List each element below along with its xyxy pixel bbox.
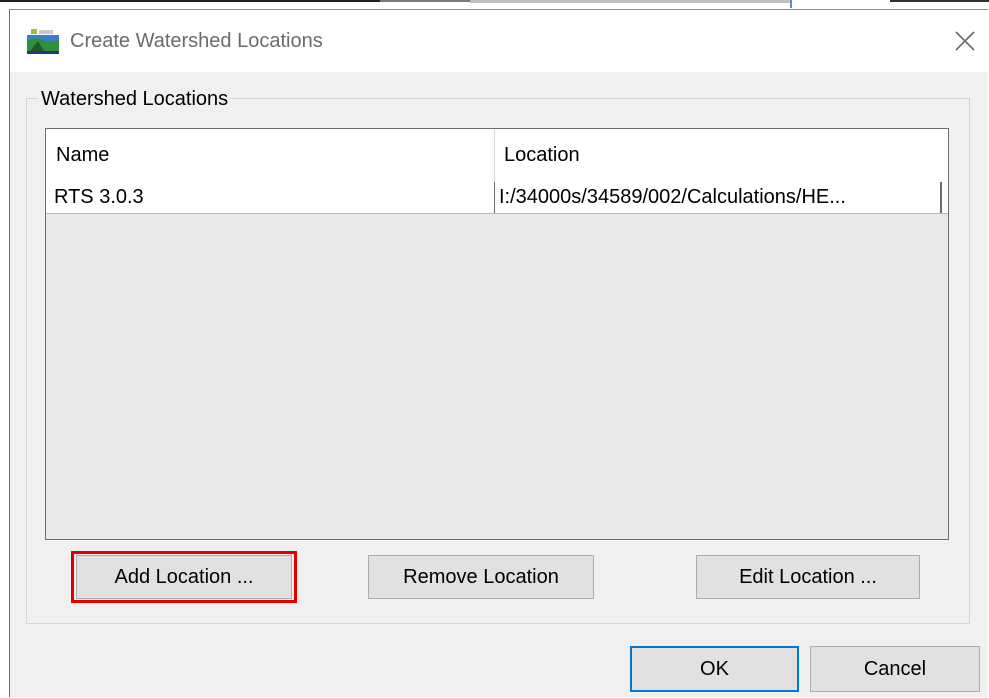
close-icon[interactable] <box>954 30 976 52</box>
cell-location[interactable]: I:/34000s/34589/002/Calculations/HE... <box>494 182 942 213</box>
column-header-name[interactable]: Name <box>56 129 109 182</box>
column-divider[interactable] <box>494 129 495 182</box>
close-button[interactable] <box>948 24 982 58</box>
table-header: Name Location <box>46 129 948 182</box>
window-title: Create Watershed Locations <box>70 30 323 52</box>
watershed-app-icon <box>26 27 60 55</box>
title-bar: Create Watershed Locations <box>10 10 988 72</box>
cancel-button[interactable]: Cancel <box>810 646 980 692</box>
add-location-button[interactable]: Add Location ... <box>76 555 292 599</box>
group-label: Watershed Locations <box>38 88 232 111</box>
ok-button[interactable]: OK <box>630 646 799 692</box>
edit-location-button[interactable]: Edit Location ... <box>696 555 920 599</box>
column-header-location[interactable]: Location <box>504 129 580 182</box>
remove-location-button[interactable]: Remove Location <box>368 555 594 599</box>
watershed-locations-table[interactable]: Name Location RTS 3.0.3 I:/34000s/34589/… <box>45 128 949 540</box>
table-row[interactable]: RTS 3.0.3 I:/34000s/34589/002/Calculatio… <box>46 182 948 214</box>
cell-name[interactable]: RTS 3.0.3 <box>54 182 484 213</box>
